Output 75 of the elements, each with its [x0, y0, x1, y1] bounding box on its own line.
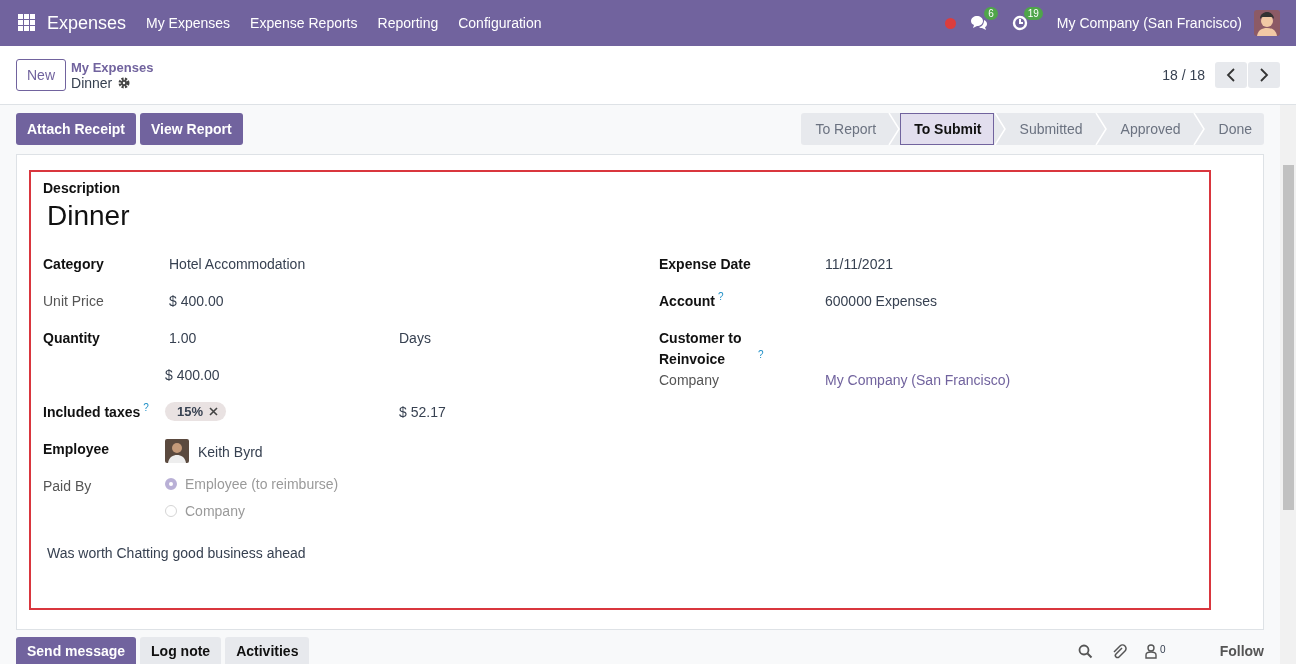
paperclip-icon[interactable] [1111, 643, 1128, 659]
action-button[interactable]: View Report [140, 113, 243, 145]
menu-item[interactable]: Expense Reports [250, 15, 358, 31]
field-label: Expense Date [659, 255, 751, 274]
record-title: Dinner [71, 74, 113, 91]
field-label: Quantity [43, 329, 100, 348]
status-dot-icon[interactable] [945, 17, 957, 29]
employee-avatar [165, 439, 189, 463]
radio-label[interactable]: Employee (to reimburse) [185, 476, 339, 492]
field-label: Category [43, 255, 104, 274]
radio-label[interactable]: Company [185, 503, 245, 519]
chevron-divider [1094, 113, 1107, 145]
follow-button[interactable]: Follow [1219, 643, 1264, 659]
radio-button[interactable] [165, 505, 177, 517]
app-title[interactable]: Expenses [47, 12, 127, 34]
field-label: Customer to Reinvoice [659, 329, 743, 369]
follower-count: 0 [1160, 643, 1166, 655]
notes-text[interactable]: Was worth Chatting good business ahead [47, 545, 1197, 561]
menu-item[interactable]: Reporting [377, 15, 439, 31]
status-stage[interactable]: To Report [801, 113, 889, 145]
user-avatar[interactable] [1254, 10, 1280, 36]
company-link[interactable]: My Company (San Francisco) [825, 370, 1197, 388]
field-label: Company [659, 371, 719, 390]
company-switcher[interactable]: My Company (San Francisco) [1056, 15, 1242, 31]
field-label: Description [43, 180, 120, 196]
scrollbar[interactable] [1280, 105, 1296, 664]
help-mark[interactable]: ? [718, 292, 724, 302]
quantity-field[interactable]: 1.00 [165, 328, 399, 346]
tax-amount: $ 52.17 [399, 403, 447, 421]
tax-tag[interactable]: 15% [165, 402, 227, 421]
chevron-divider [993, 113, 1006, 145]
chevron-divider [1192, 113, 1205, 145]
unit-field[interactable]: Days [399, 328, 659, 346]
employee-field[interactable]: Keith Byrd [198, 442, 263, 460]
field-label: Unit Price [43, 292, 104, 311]
action-button[interactable]: Attach Receipt [16, 113, 137, 145]
clock-icon[interactable] [1011, 15, 1028, 31]
activity-count-badge: 19 [1023, 7, 1043, 20]
chatter-button[interactable]: Send message [16, 637, 137, 664]
field-label: Account [659, 292, 715, 311]
previous-button[interactable] [1215, 62, 1247, 88]
remove-icon[interactable] [209, 407, 219, 416]
description-field[interactable]: Dinner [47, 200, 130, 232]
person-icon[interactable] [1145, 643, 1158, 659]
radio-button[interactable] [165, 478, 177, 490]
chevron-left-icon [1226, 68, 1236, 82]
field-label: Included taxes [43, 403, 141, 422]
menu-item[interactable]: My Expenses [146, 15, 231, 31]
status-stage[interactable]: Submitted [1005, 113, 1095, 145]
field-value[interactable]: Hotel Accommodation [165, 254, 659, 272]
settings-icon[interactable] [118, 76, 131, 89]
total-amount: $ 400.00 [165, 366, 221, 383]
status-stage[interactable]: Approved [1106, 113, 1193, 145]
menu-item[interactable]: Configuration [458, 15, 542, 31]
chevron-divider [888, 113, 901, 145]
field-value[interactable]: 11/11/2021 [825, 254, 1197, 272]
message-count-badge: 6 [984, 7, 998, 20]
status-stage[interactable]: To Submit [900, 113, 994, 145]
breadcrumb-link[interactable]: My Expenses [71, 59, 154, 75]
search-icon[interactable] [1078, 643, 1094, 659]
app-grid-icon[interactable] [18, 14, 36, 32]
help-mark[interactable]: ? [758, 350, 764, 360]
help-mark[interactable]: ? [143, 403, 149, 413]
new-button[interactable]: New [16, 59, 66, 91]
field-value[interactable]: $ 400.00 [165, 291, 659, 309]
field-value[interactable]: 600000 Expenses [825, 291, 1197, 309]
pager-counter: 18 / 18 [1162, 67, 1205, 83]
chatter-button[interactable]: Log note [140, 637, 222, 664]
next-button[interactable] [1248, 62, 1280, 88]
chevron-right-icon [1259, 68, 1269, 82]
field-label: Employee [43, 440, 110, 459]
chatter-button[interactable]: Activities [225, 637, 310, 664]
status-stage[interactable]: Done [1204, 113, 1264, 145]
chat-icon[interactable] [970, 15, 989, 31]
field-label: Paid By [43, 477, 92, 496]
